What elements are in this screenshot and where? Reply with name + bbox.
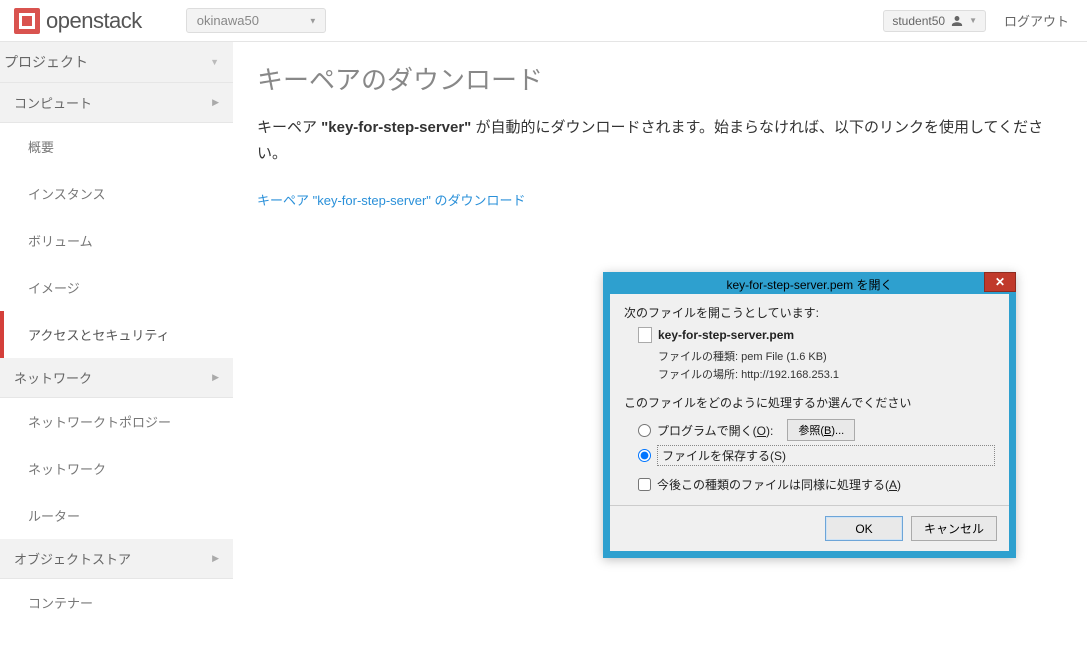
desc-prefix: キーペア	[257, 119, 321, 136]
chevron-right-icon: ▶	[212, 372, 219, 383]
sidebar-group-label: オブジェクトストア	[14, 549, 131, 568]
key-name: "key-for-step-server"	[321, 119, 471, 136]
sidebar-item-networks[interactable]: ネットワーク	[0, 445, 233, 492]
logout-link[interactable]: ログアウト	[1004, 11, 1069, 30]
project-selector-value: okinawa50	[197, 13, 259, 28]
close-button[interactable]: ✕	[984, 272, 1016, 292]
download-dialog: key-for-step-server.pem を開く ✕ 次のファイルを開こう…	[603, 272, 1016, 558]
user-icon	[951, 15, 963, 27]
main-content: キーペアのダウンロード キーペア "key-for-step-server" が…	[233, 42, 1087, 626]
sidebar-item-label: ネットワーク	[28, 462, 106, 477]
sidebar-item-label: ボリューム	[28, 234, 93, 249]
location-line: ファイルの場所: http://192.168.253.1	[658, 367, 995, 385]
sidebar-group-network[interactable]: ネットワーク ▶	[0, 358, 233, 398]
filetype-line: ファイルの種類: pem File (1.6 KB)	[658, 349, 995, 367]
remember-checkbox[interactable]	[638, 478, 651, 491]
sidebar-item-images[interactable]: イメージ	[0, 264, 233, 311]
user-menu-label: student50	[892, 14, 945, 28]
sidebar-item-overview[interactable]: 概要	[0, 123, 233, 170]
location-value: http://192.168.253.1	[741, 369, 839, 381]
dialog-footer: OK キャンセル	[610, 505, 1009, 551]
chevron-right-icon: ▶	[212, 553, 219, 564]
chevron-down-icon: ▼	[210, 57, 219, 67]
sidebar: プロジェクト ▼ コンピュート ▶ 概要 インスタンス ボリューム イメージ ア…	[0, 42, 233, 626]
sidebar-group-object-store[interactable]: オブジェクトストア ▶	[0, 539, 233, 579]
dialog-body: 次のファイルを開こうとしています: key-for-step-server.pe…	[610, 294, 1009, 505]
page-description: キーペア "key-for-step-server" が自動的にダウンロードされ…	[257, 115, 1063, 166]
dialog-title: key-for-step-server.pem を開く	[726, 276, 892, 293]
user-menu[interactable]: student50 ▼	[883, 10, 986, 32]
sidebar-item-containers[interactable]: コンテナー	[0, 579, 233, 626]
sidebar-item-instances[interactable]: インスタンス	[0, 170, 233, 217]
cancel-button[interactable]: キャンセル	[911, 516, 997, 541]
action-prompt: このファイルをどのように処理するか選んでください	[624, 394, 995, 411]
option-save-file[interactable]: ファイルを保存する(S)	[638, 445, 995, 466]
sidebar-item-label: コンテナー	[28, 596, 93, 611]
option-open-with[interactable]: プログラムで開く(O): 参照(B)...	[638, 419, 995, 441]
option-remember[interactable]: 今後この種類のファイルは同様に処理する(A)	[638, 476, 995, 493]
sidebar-item-label: アクセスとセキュリティ	[28, 328, 170, 343]
browse-button[interactable]: 参照(B)...	[787, 419, 855, 441]
sidebar-item-access-security[interactable]: アクセスとセキュリティ	[0, 311, 233, 358]
download-link[interactable]: キーペア "key-for-step-server" のダウンロード	[257, 193, 526, 208]
brand-logo[interactable]: openstack	[14, 8, 142, 34]
sidebar-item-label: インスタンス	[28, 187, 105, 202]
sidebar-section-label: プロジェクト	[4, 52, 88, 72]
chevron-down-icon: ▼	[969, 16, 977, 25]
sidebar-item-label: ルーター	[28, 509, 80, 524]
remember-label: 今後この種類のファイルは同様に処理する(A)	[657, 476, 901, 493]
openstack-icon	[14, 8, 40, 34]
sidebar-group-compute[interactable]: コンピュート ▶	[0, 83, 233, 123]
file-icon	[638, 327, 652, 343]
sidebar-group-label: コンピュート	[14, 93, 92, 112]
filetype-label: ファイルの種類:	[658, 351, 738, 363]
close-icon: ✕	[995, 275, 1005, 289]
brand-text: openstack	[46, 8, 142, 34]
dialog-titlebar[interactable]: key-for-step-server.pem を開く ✕	[603, 272, 1016, 294]
open-with-radio[interactable]	[638, 424, 651, 437]
filename: key-for-step-server.pem	[658, 328, 794, 342]
sidebar-item-label: イメージ	[28, 281, 80, 296]
topbar: openstack okinawa50 student50 ▼ ログアウト	[0, 0, 1087, 42]
save-file-radio[interactable]	[638, 449, 651, 462]
project-selector[interactable]: okinawa50	[186, 8, 326, 33]
ok-button[interactable]: OK	[825, 516, 903, 541]
sidebar-item-network-topology[interactable]: ネットワークトポロジー	[0, 398, 233, 445]
sidebar-item-label: ネットワークトポロジー	[28, 415, 171, 430]
page-title: キーペアのダウンロード	[257, 60, 1063, 97]
opening-label: 次のファイルを開こうとしています:	[624, 304, 995, 321]
sidebar-item-routers[interactable]: ルーター	[0, 492, 233, 539]
sidebar-section-project[interactable]: プロジェクト ▼	[0, 42, 233, 83]
filetype-value: pem File (1.6 KB)	[741, 351, 827, 363]
sidebar-item-label: 概要	[28, 140, 54, 155]
file-row: key-for-step-server.pem	[638, 327, 995, 343]
open-with-label: プログラムで開く(O):	[657, 422, 773, 439]
chevron-right-icon: ▶	[212, 97, 219, 108]
sidebar-group-label: ネットワーク	[14, 368, 92, 387]
save-file-label: ファイルを保存する(S)	[657, 445, 995, 466]
sidebar-item-volumes[interactable]: ボリューム	[0, 217, 233, 264]
location-label: ファイルの場所:	[658, 369, 738, 381]
